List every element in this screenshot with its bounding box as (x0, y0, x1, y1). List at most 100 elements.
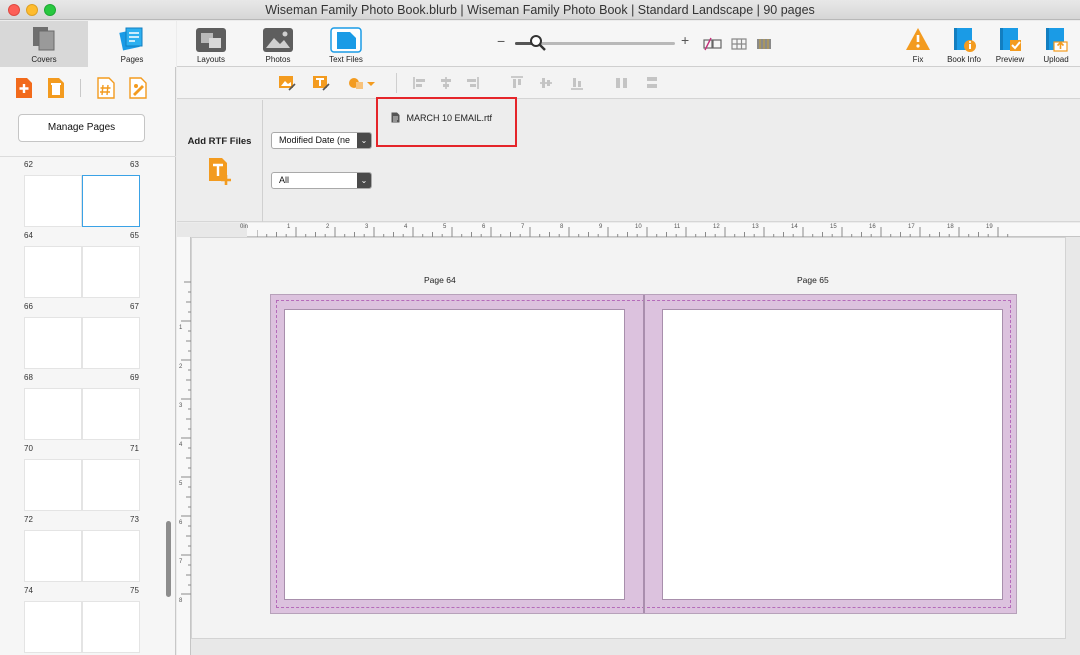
spread-view-icon[interactable] (703, 36, 723, 52)
page-spread[interactable] (270, 294, 1017, 614)
add-rtf-title: Add RTF Files (187, 136, 252, 147)
spread-74-75[interactable]: 74 75 (0, 582, 176, 653)
page-thumbnail[interactable] (82, 601, 140, 653)
page-number-icon[interactable] (96, 77, 116, 99)
left-page-frame[interactable] (284, 309, 625, 600)
spread-64-65[interactable]: 64 65 (0, 227, 176, 298)
tab-covers[interactable]: Covers (0, 21, 88, 67)
page-number: 62 (24, 160, 33, 169)
vruler-mark: 8 (179, 598, 183, 604)
spread-68-69[interactable]: 68 69 (0, 369, 176, 440)
text-files-panel: Add RTF Files Modified Date (ne ⌄ All ⌄ … (177, 97, 1080, 222)
zoom-window-button[interactable] (44, 4, 56, 16)
text-files-button[interactable]: Text Files (316, 25, 376, 65)
page-number: 69 (130, 373, 139, 382)
sort-select-value: Modified Date (ne (279, 135, 351, 145)
warning-icon (906, 28, 930, 50)
upload-label: Upload (1043, 55, 1069, 64)
align-left-icon[interactable] (413, 76, 427, 90)
page-thumbnail[interactable] (24, 530, 82, 582)
add-rtf-section: Add RTF Files (177, 100, 263, 222)
manage-pages-button[interactable]: Manage Pages (18, 114, 145, 142)
vertical-ruler-ticks: 1 2 3 4 5 6 7 8 (179, 281, 191, 604)
ruler-origin-label: 0in (240, 224, 249, 230)
page-thumbnail[interactable] (24, 317, 82, 369)
distribute-horizontal-icon[interactable] (615, 76, 629, 90)
page-thumbnail[interactable] (82, 530, 140, 582)
secondary-toolbar (177, 67, 1080, 99)
page-number: 66 (24, 302, 33, 311)
page-thumbnail[interactable] (24, 459, 82, 511)
filter-select[interactable]: All ⌄ (271, 172, 372, 189)
vruler-mark: 5 (179, 481, 183, 487)
film-view-icon[interactable] (755, 36, 773, 52)
spread-gutter (643, 295, 645, 613)
add-rtf-file-icon[interactable] (207, 157, 233, 187)
spread-62-63[interactable]: 62 63 (0, 157, 176, 227)
align-right-icon[interactable] (465, 76, 479, 90)
page-thumbnail[interactable] (82, 459, 140, 511)
tab-pages[interactable]: Pages (88, 21, 176, 67)
page-tools (0, 71, 176, 105)
distribute-vertical-icon[interactable] (645, 76, 659, 90)
page-number: 75 (130, 586, 139, 595)
preview-icon (1000, 28, 1021, 51)
right-page-frame[interactable] (662, 309, 1003, 600)
zoom-control: − + (497, 32, 697, 53)
sidebar-scrollbar[interactable] (166, 521, 171, 597)
zoom-handle-icon[interactable] (529, 34, 547, 52)
page-number: 72 (24, 515, 33, 524)
sort-select[interactable]: Modified Date (ne ⌄ (271, 132, 372, 149)
upload-button[interactable]: Upload (1026, 25, 1080, 65)
add-page-icon[interactable] (14, 77, 34, 99)
align-top-icon[interactable] (510, 76, 524, 90)
spread-70-71[interactable]: 70 71 (0, 440, 176, 511)
left-page-label: Page 64 (424, 275, 456, 285)
align-bottom-icon[interactable] (570, 76, 584, 90)
vruler-mark: 4 (179, 442, 183, 448)
layouts-icon (196, 28, 226, 52)
add-photo-frame-icon[interactable] (277, 74, 297, 92)
zoom-in-button[interactable]: + (681, 32, 689, 48)
align-middle-icon[interactable] (539, 76, 553, 90)
layouts-button[interactable]: Layouts (181, 25, 241, 65)
page-thumbnail[interactable] (82, 317, 140, 369)
page-thumbnail-list[interactable]: 62 63 64 65 66 67 68 69 70 71 72 73 74 7… (0, 156, 176, 655)
photos-button[interactable]: Photos (248, 25, 308, 65)
vruler-mark: 3 (179, 403, 183, 409)
page-number: 64 (24, 231, 33, 240)
title-bar: Wiseman Family Photo Book.blurb | Wisema… (0, 0, 1080, 20)
chevron-down-icon: ⌄ (357, 133, 371, 148)
selection-highlight (376, 97, 517, 147)
tab-covers-label: Covers (31, 55, 57, 64)
sidebar: Covers Pages Manage Pages 62 63 64 65 66… (0, 21, 176, 655)
photos-icon (263, 28, 293, 52)
tab-pages-label: Pages (120, 55, 144, 64)
book-canvas: 0in 1 2 3 4 5 6 7 8 9 10 11 12 13 14 15 … (177, 223, 1080, 655)
page-thumbnail[interactable] (82, 246, 140, 298)
toolbar-divider (396, 73, 397, 93)
grid-view-icon[interactable] (730, 36, 748, 52)
close-window-button[interactable] (8, 4, 20, 16)
vertical-ruler: 1 2 3 4 5 6 7 8 (177, 237, 191, 655)
minimize-window-button[interactable] (26, 4, 38, 16)
align-center-icon[interactable] (439, 76, 453, 90)
zoom-out-button[interactable]: − (497, 33, 505, 49)
vruler-mark: 6 (179, 520, 183, 526)
text-files-label: Text Files (329, 55, 363, 64)
page-settings-icon[interactable] (128, 77, 148, 99)
add-text-frame-icon[interactable] (311, 74, 331, 92)
spread-72-73[interactable]: 72 73 (0, 511, 176, 582)
delete-page-icon[interactable] (46, 77, 66, 99)
photos-label: Photos (265, 55, 291, 64)
page-thumbnail[interactable] (24, 388, 82, 440)
spread-66-67[interactable]: 66 67 (0, 298, 176, 369)
page-thumbnail[interactable] (24, 246, 82, 298)
page-thumbnail-selected[interactable] (82, 175, 140, 227)
page-thumbnail[interactable] (82, 388, 140, 440)
page-number: 65 (130, 231, 139, 240)
add-shape-dropdown-icon[interactable] (347, 74, 377, 92)
page-thumbnail[interactable] (24, 175, 82, 227)
page-thumbnail[interactable] (24, 601, 82, 653)
page-number: 73 (130, 515, 139, 524)
